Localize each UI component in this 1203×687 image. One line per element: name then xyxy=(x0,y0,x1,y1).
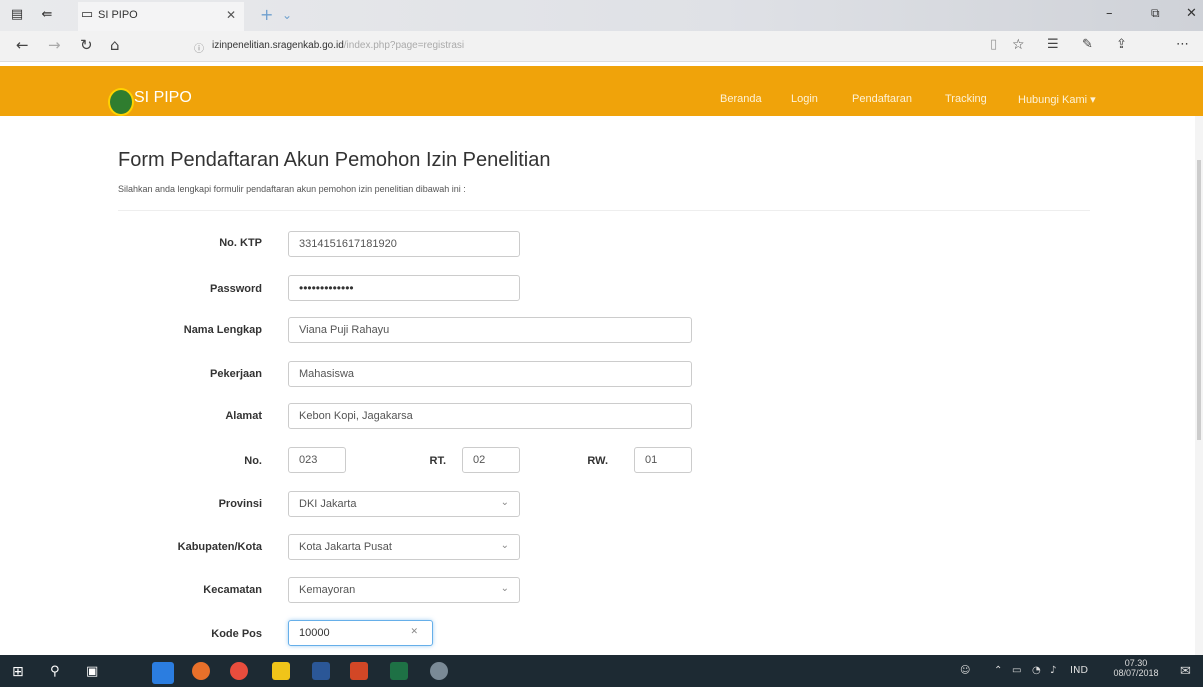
task-view-icon[interactable]: ▣ xyxy=(86,664,98,679)
refresh-icon[interactable]: ↻ xyxy=(80,37,93,53)
tab-close-icon[interactable]: ✕ xyxy=(226,8,236,22)
window-close-icon[interactable]: ✕ xyxy=(1186,6,1197,21)
notification-icon[interactable]: ✉ xyxy=(1180,664,1191,679)
battery-icon[interactable]: ▭ xyxy=(1012,665,1021,676)
tab-preview-chevron-icon[interactable]: ⌄ xyxy=(282,8,292,22)
network-icon[interactable]: ◔ xyxy=(1032,665,1041,676)
label-kabupaten: Kabupaten/Kota xyxy=(177,541,262,553)
windows-start-icon[interactable]: ⊞ xyxy=(12,664,24,680)
clock-date: 08/07/2018 xyxy=(1113,668,1159,678)
ktp-input[interactable]: 3314151617181920 xyxy=(288,231,520,257)
nav-beranda[interactable]: Beranda xyxy=(720,93,762,105)
chevron-down-icon: ⌄ xyxy=(500,497,509,508)
brand-link[interactable]: SI PIPO xyxy=(134,89,192,107)
taskbar xyxy=(0,655,1203,687)
pekerjaan-input[interactable]: Mahasiswa xyxy=(288,361,692,387)
file-explorer-icon[interactable] xyxy=(272,662,290,680)
home-icon[interactable]: ⌂ xyxy=(110,37,120,53)
alamat-input[interactable]: Kebon Kopi, Jagakarsa xyxy=(288,403,692,429)
minimize-icon[interactable]: – xyxy=(1106,6,1113,21)
label-rw: RW. xyxy=(587,455,608,467)
label-provinsi: Provinsi xyxy=(218,498,262,510)
divider xyxy=(118,210,1090,211)
rw-input[interactable]: 01 xyxy=(634,447,692,473)
nav-hubungi-kami[interactable]: Hubungi Kami ▾ xyxy=(1018,93,1096,106)
language-indicator[interactable]: IND xyxy=(1070,665,1088,676)
reading-view-icon[interactable]: ▯ xyxy=(990,37,997,53)
word-icon[interactable] xyxy=(312,662,330,680)
tab-title: SI PIPO xyxy=(98,9,138,21)
scrollbar-thumb[interactable] xyxy=(1197,160,1201,440)
volume-icon[interactable]: ♪ xyxy=(1050,665,1056,676)
label-no: No. xyxy=(244,455,262,467)
page-title: Form Pendaftaran Akun Pemohon Izin Penel… xyxy=(118,149,551,171)
back-icon[interactable]: ← xyxy=(16,37,29,53)
clock-time: 07.30 xyxy=(1124,658,1148,668)
edge-icon[interactable] xyxy=(152,662,174,684)
kabupaten-select[interactable]: Kota Jakarta Pusat ⌄ xyxy=(288,534,520,560)
label-kecamatan: Kecamatan xyxy=(203,584,262,596)
more-icon[interactable]: ⋯ xyxy=(1176,37,1189,53)
label-pekerjaan: Pekerjaan xyxy=(210,368,262,380)
nav-login[interactable]: Login xyxy=(791,93,818,105)
app-icon[interactable] xyxy=(430,662,448,680)
page-icon: ▭ xyxy=(80,7,94,22)
page-subtitle: Silahkan anda lengkapi formulir pendafta… xyxy=(118,184,466,194)
favorites-hub-icon[interactable]: ☰ xyxy=(1047,37,1059,53)
chrome-icon[interactable] xyxy=(230,662,248,680)
site-logo[interactable] xyxy=(108,88,134,116)
chevron-down-icon: ⌄ xyxy=(500,540,509,551)
excel-icon[interactable] xyxy=(390,662,408,680)
people-icon[interactable]: ☺ xyxy=(960,665,970,676)
clear-icon[interactable]: ✕ xyxy=(410,627,418,637)
kecamatan-select[interactable]: Kemayoran ⌄ xyxy=(288,577,520,603)
label-rt: RT. xyxy=(429,455,447,467)
tab-actions-icon[interactable]: ▤ xyxy=(10,8,24,22)
set-aside-tabs-icon[interactable]: ⇚ xyxy=(40,8,54,22)
provinsi-select[interactable]: DKI Jakarta ⌄ xyxy=(288,491,520,517)
nav-pendaftaran[interactable]: Pendaftaran xyxy=(852,93,912,105)
kode-pos-input[interactable]: 10000 ✕ xyxy=(288,620,433,646)
favorite-star-icon[interactable]: ☆ xyxy=(1012,37,1025,53)
chevron-down-icon: ⌄ xyxy=(500,583,509,594)
web-note-icon[interactable]: ✎ xyxy=(1082,37,1093,53)
restore-icon[interactable]: ⧉ xyxy=(1151,6,1160,21)
label-ktp: No. KTP xyxy=(219,237,262,249)
label-password: Password xyxy=(210,283,262,295)
search-icon[interactable]: ⚲ xyxy=(50,664,60,679)
label-alamat: Alamat xyxy=(225,410,262,422)
site-info-icon[interactable]: ⓘ xyxy=(194,40,204,55)
firefox-icon[interactable] xyxy=(192,662,210,680)
tray-chevron-up-icon[interactable]: ⌃ xyxy=(994,665,1002,676)
powerpoint-icon[interactable] xyxy=(350,662,368,680)
nama-lengkap-input[interactable]: Viana Puji Rahayu xyxy=(288,317,692,343)
forward-icon[interactable]: → xyxy=(48,37,61,53)
new-tab-icon[interactable]: + xyxy=(260,5,273,24)
label-kodepos: Kode Pos xyxy=(211,628,262,640)
share-icon[interactable]: ⇪ xyxy=(1116,37,1127,53)
nav-tracking[interactable]: Tracking xyxy=(945,93,987,105)
clock[interactable]: 07.30 08/07/2018 xyxy=(1110,658,1162,678)
address-input[interactable]: izinpenelitian.sragenkab.go.id/index.php… xyxy=(212,40,464,51)
label-nama: Nama Lengkap xyxy=(183,324,262,336)
password-input[interactable]: ••••••••••••• xyxy=(288,275,520,301)
